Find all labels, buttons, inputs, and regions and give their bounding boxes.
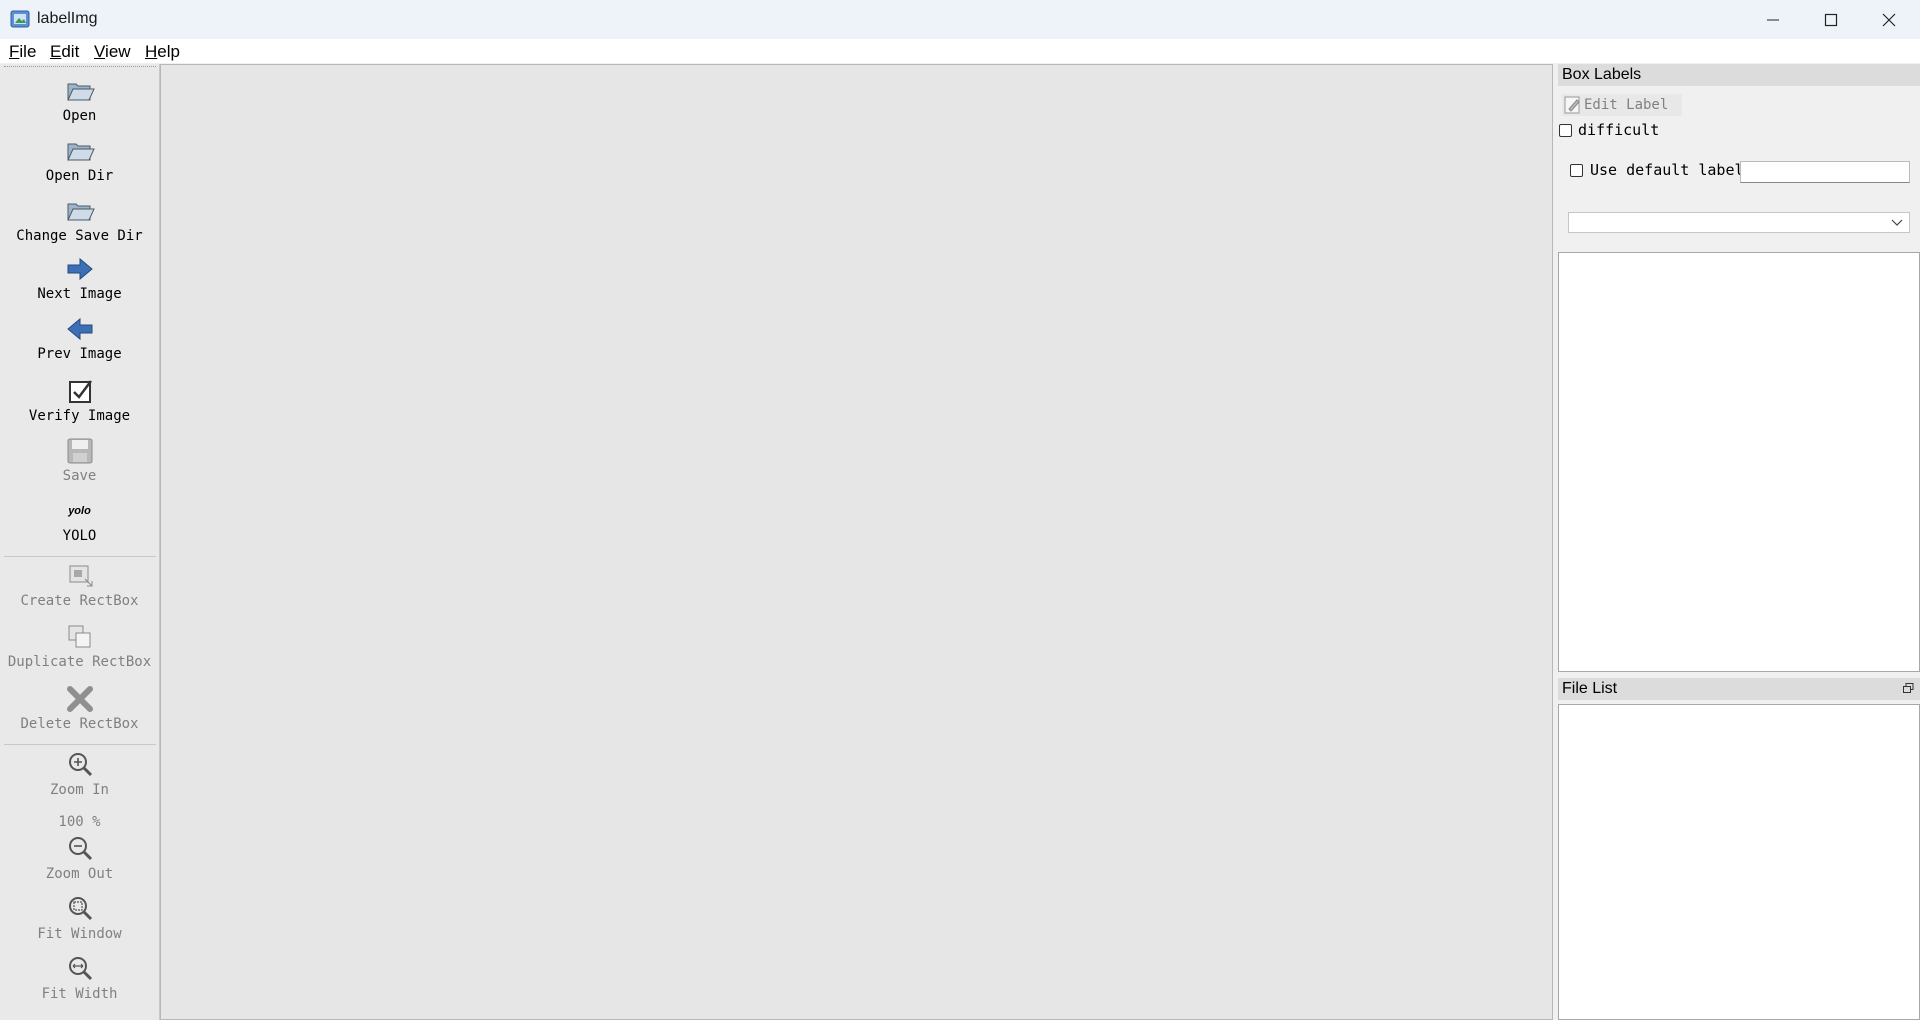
create-rectbox-label: Create RectBox <box>20 593 139 609</box>
right-dock: Box Labels Edit Label difficult Use defa… <box>1556 64 1920 1020</box>
default-label-input[interactable] <box>1740 161 1910 183</box>
fit-width-button[interactable]: Fit Width <box>2 954 157 1002</box>
save-button[interactable]: Save <box>2 436 157 484</box>
save-label: Save <box>62 468 97 484</box>
verify-image-label: Verify Image <box>28 408 131 424</box>
edit-label-text: Edit Label <box>1584 97 1669 113</box>
zoom-value-label: 100 % <box>58 814 101 830</box>
open-dir-label: Open Dir <box>45 168 114 184</box>
prev-image-label: Prev Image <box>37 346 122 362</box>
floppy-disk-icon <box>67 438 92 464</box>
format-yolo-button[interactable]: yolo YOLO <box>2 496 157 544</box>
delete-rectbox-button[interactable]: Delete RectBox <box>2 684 157 732</box>
menu-help[interactable]: Help <box>145 42 180 62</box>
duplicate-icon <box>68 625 90 648</box>
toolbar-separator <box>4 556 156 557</box>
difficult-label: difficult <box>1578 121 1660 139</box>
zoom-out-icon <box>68 837 92 861</box>
menu-bar: File Edit View Help <box>0 39 1920 63</box>
yolo-icon: yolo <box>68 505 91 517</box>
maximize-icon <box>1824 13 1838 26</box>
use-default-label-checkbox[interactable] <box>1570 164 1583 177</box>
delete-x-icon <box>66 686 93 712</box>
minimize-icon <box>1767 19 1779 20</box>
format-label: YOLO <box>62 528 97 544</box>
file-list-header: File List <box>1558 678 1920 700</box>
delete-rectbox-label: Delete RectBox <box>20 716 139 732</box>
edit-label-button[interactable]: Edit Label <box>1562 94 1682 116</box>
create-rect-icon <box>69 565 92 587</box>
folder-open-icon <box>66 143 95 161</box>
fit-window-icon <box>68 897 92 921</box>
file-list-title: File List <box>1562 680 1618 697</box>
arrow-right-icon <box>67 257 93 281</box>
fit-window-label: Fit Window <box>37 926 122 942</box>
duplicate-rectbox-button[interactable]: Duplicate RectBox <box>2 622 157 670</box>
close-button[interactable] <box>1860 0 1918 39</box>
change-save-dir-label: Change Save Dir <box>16 228 143 244</box>
open-dir-button[interactable]: Open Dir <box>2 136 157 184</box>
fit-width-label: Fit Width <box>41 986 118 1002</box>
zoom-value[interactable]: 100 % <box>2 812 157 830</box>
zoom-out-label: Zoom Out <box>45 866 114 882</box>
zoom-in-button[interactable]: Zoom In <box>2 750 157 798</box>
toolbar-separator <box>4 744 156 745</box>
checkbox-checked-icon <box>68 380 92 403</box>
fit-window-button[interactable]: Fit Window <box>2 894 157 942</box>
fit-width-icon <box>68 957 92 981</box>
open-button[interactable]: Open <box>2 76 157 124</box>
toolbar: Open Open Dir Change Save Dir Next Image… <box>0 64 160 1020</box>
zoom-in-label: Zoom In <box>49 782 109 798</box>
close-icon <box>1882 13 1896 26</box>
image-canvas[interactable] <box>160 64 1553 1020</box>
folder-open-icon <box>66 83 95 101</box>
next-image-label: Next Image <box>37 286 122 302</box>
difficult-checkbox[interactable] <box>1559 124 1572 137</box>
folder-open-icon <box>66 203 95 221</box>
undock-icon[interactable] <box>1903 683 1914 694</box>
arrow-left-icon <box>66 317 92 341</box>
menu-view[interactable]: View <box>94 42 131 62</box>
change-save-dir-button[interactable]: Change Save Dir <box>2 196 157 244</box>
next-image-button[interactable]: Next Image <box>2 254 157 302</box>
verify-image-button[interactable]: Verify Image <box>2 376 157 424</box>
prev-image-button[interactable]: Prev Image <box>2 314 157 362</box>
minimize-button[interactable] <box>1744 0 1802 39</box>
label-combobox[interactable] <box>1568 212 1910 233</box>
duplicate-rectbox-label: Duplicate RectBox <box>7 654 152 670</box>
window-title: labelImg <box>37 10 98 27</box>
box-labels-title: Box Labels <box>1558 64 1920 86</box>
app-icon <box>10 10 30 28</box>
create-rectbox-button[interactable]: Create RectBox <box>2 561 157 609</box>
open-label: Open <box>62 108 97 124</box>
use-default-label-text: Use default label <box>1590 161 1744 179</box>
file-list[interactable] <box>1558 704 1920 1020</box>
menu-file[interactable]: File <box>9 42 36 62</box>
zoom-in-icon <box>68 753 92 777</box>
edit-icon <box>1564 96 1580 114</box>
maximize-button[interactable] <box>1802 0 1860 39</box>
menu-edit[interactable]: Edit <box>50 42 79 62</box>
zoom-out-button[interactable]: Zoom Out <box>2 834 157 882</box>
title-bar: labelImg <box>0 0 1920 40</box>
label-list[interactable] <box>1558 252 1920 672</box>
chevron-down-icon <box>1891 219 1903 226</box>
